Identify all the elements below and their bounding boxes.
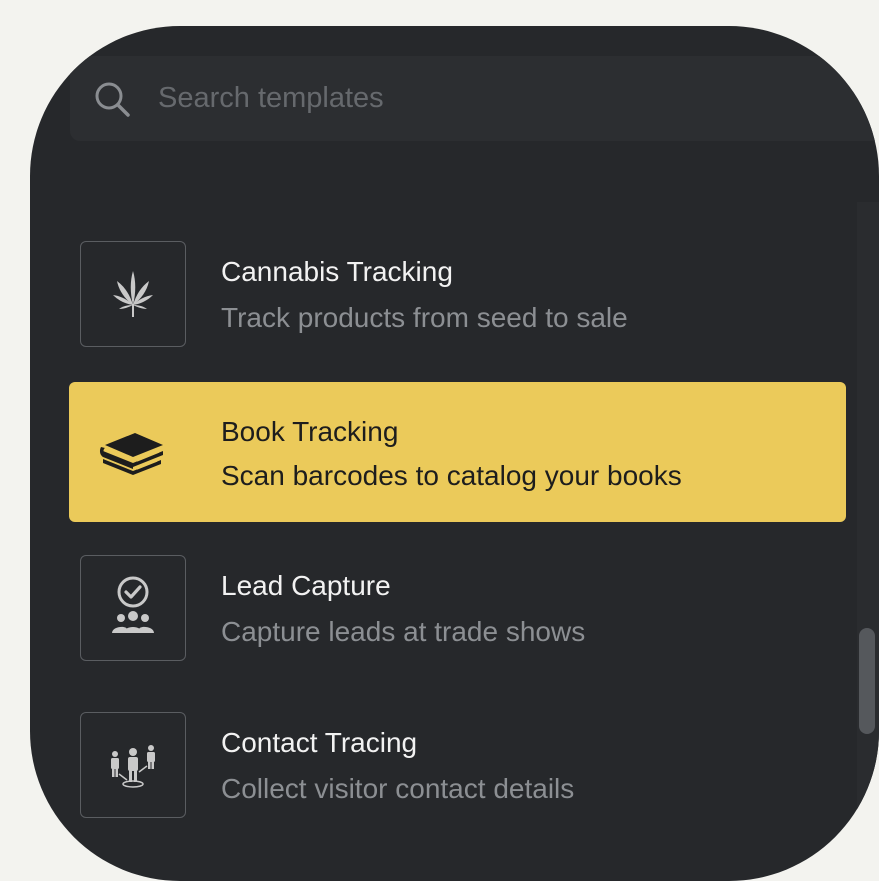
template-item-book-tracking[interactable]: Book Tracking Scan barcodes to catalog y…	[69, 382, 846, 522]
books-icon	[99, 433, 163, 475]
template-item-cannabis-tracking[interactable]: Cannabis Tracking Track products from se…	[69, 210, 846, 350]
search-bar[interactable]	[70, 56, 879, 141]
template-icon-box	[80, 555, 186, 661]
template-description: Track products from seed to sale	[221, 302, 628, 333]
template-item-lead-capture[interactable]: Lead Capture Capture leads at trade show…	[69, 524, 846, 664]
template-title: Book Tracking	[221, 416, 399, 447]
scrollbar-thumb[interactable]	[859, 628, 875, 734]
template-description: Scan barcodes to catalog your books	[221, 460, 682, 491]
template-title: Contact Tracing	[221, 727, 418, 758]
lead-capture-icon	[112, 576, 154, 633]
template-icon-box	[80, 241, 186, 347]
template-picker-panel: Cannabis Tracking Track products from se…	[30, 26, 879, 881]
template-icon-box	[80, 712, 186, 818]
contact-tracing-icon	[111, 745, 155, 788]
cannabis-leaf-icon	[113, 271, 153, 317]
search-icon	[95, 82, 130, 117]
template-icon-box	[80, 399, 186, 505]
template-description: Capture leads at trade shows	[221, 616, 586, 647]
template-title: Lead Capture	[221, 570, 391, 601]
template-title: Cannabis Tracking	[221, 256, 453, 287]
template-item-contact-tracing[interactable]: Contact Tracing Collect visitor contact …	[69, 681, 846, 821]
search-input[interactable]	[158, 56, 858, 141]
template-description: Collect visitor contact details	[221, 773, 575, 804]
